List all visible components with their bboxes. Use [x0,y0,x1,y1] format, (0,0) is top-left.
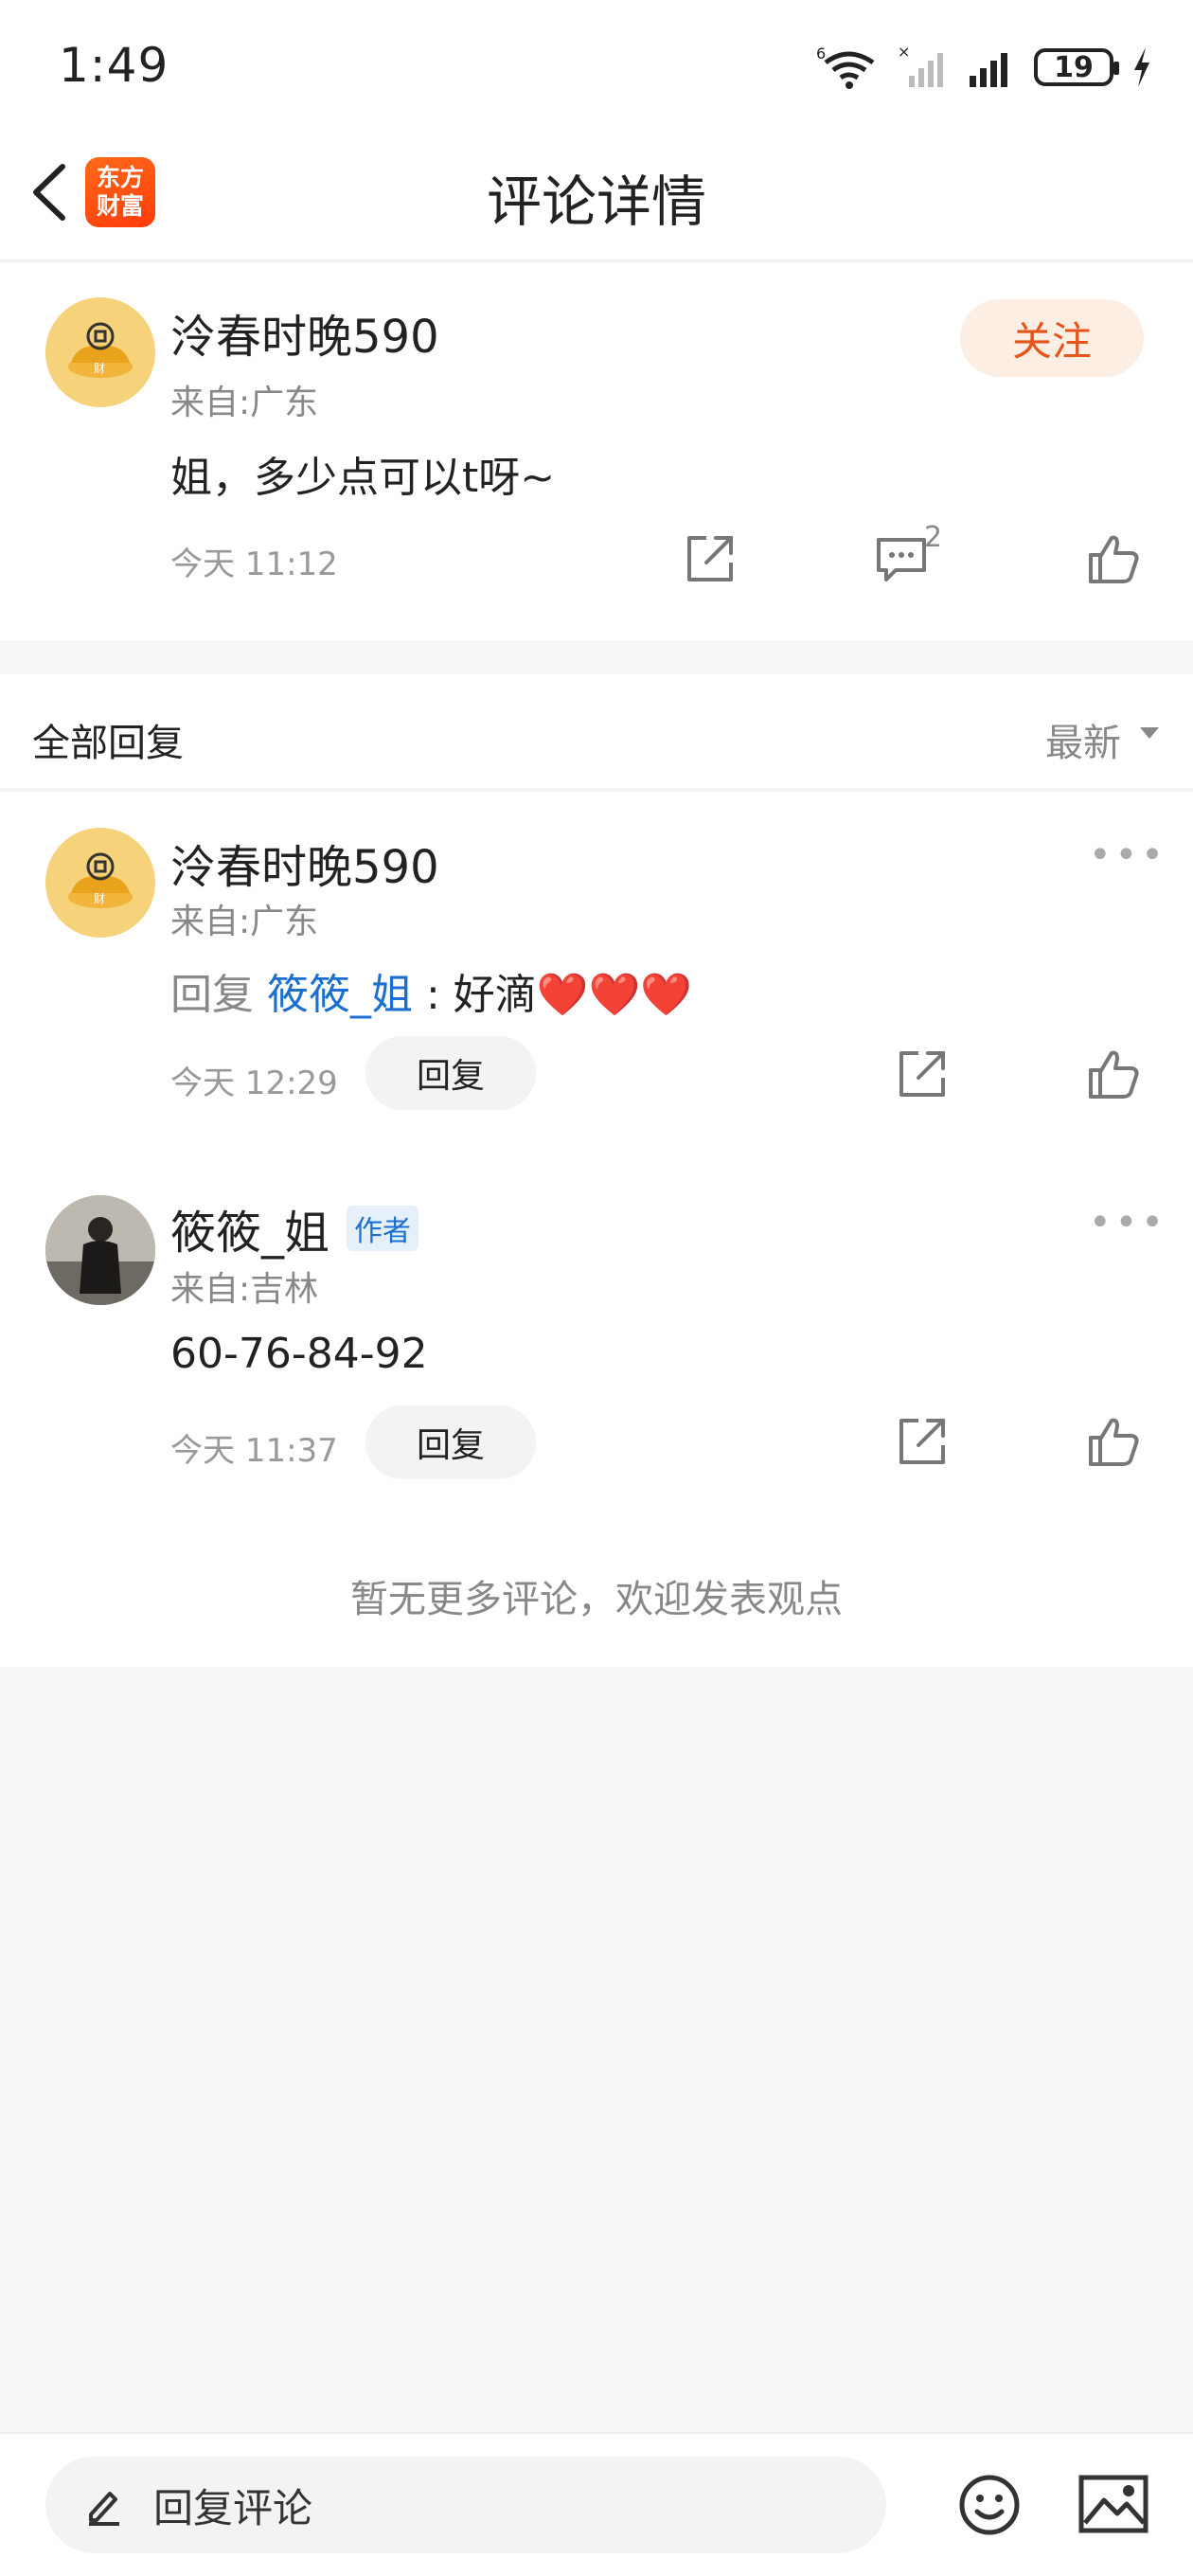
emoji-icon[interactable] [956,2472,1023,2538]
reply-comment-input[interactable]: 回复评论 [45,2457,886,2553]
user-photo-icon [45,1195,155,1305]
reply-prefix: 回复 [170,971,254,1019]
sort-dropdown[interactable]: 最新 [1045,712,1121,767]
mention-link[interactable]: 筱筱_姐 [267,971,413,1019]
avatar-text: 财 [94,892,105,905]
status-time: 1:49 [59,38,169,93]
avatar[interactable] [45,1195,155,1305]
more-icon[interactable]: ••• [1089,833,1167,877]
reply-text: 好滴❤️❤️❤️ [453,971,693,1019]
reply-time: 今天 12:29 [170,1064,338,1102]
reply-separator: : [413,971,454,1019]
network-label: 6 [816,45,826,63]
like-icon[interactable] [1085,530,1142,587]
section-title: 全部回复 [32,722,184,765]
avatar-text: 财 [94,362,105,375]
signal-icon: × [898,44,943,87]
reply-button[interactable]: 回复 [365,1036,536,1110]
reply-count: 2 [924,521,943,554]
comment-time: 今天 11:12 [170,546,338,583]
page-title: 评论详情 [486,170,706,234]
username[interactable]: 泠春时晚590 [170,299,439,366]
share-icon[interactable] [894,1413,951,1470]
user-location: 来自:吉林 [170,1270,319,1309]
image-icon[interactable] [1077,2474,1149,2534]
reply-input-placeholder: 回复评论 [153,2484,313,2531]
reply-button[interactable]: 回复 [365,1405,536,1479]
edit-icon [89,2492,119,2526]
gold-ingot-icon: 财 [68,852,133,908]
reply-content: 回复 筱筱_姐 : 好滴❤️❤️❤️ [170,960,692,1021]
follow-button[interactable]: 关注 [960,299,1144,377]
share-icon[interactable] [682,530,739,587]
sort-caret-icon[interactable] [1138,724,1161,742]
avatar[interactable]: 财 [45,828,155,938]
comment-icon[interactable] [873,530,930,587]
share-icon[interactable] [894,1046,951,1102]
username[interactable]: 泠春时晚590 [170,830,439,896]
reply-time: 今天 11:37 [170,1432,338,1470]
comment-content: 姐，多少点可以t呀~ [170,454,556,502]
signal-icon [970,53,1007,87]
svg-text:×: × [898,44,910,61]
username[interactable]: 筱筱_姐 [170,1195,329,1261]
battery-icon: 19 [1034,48,1119,86]
more-icon[interactable]: ••• [1089,1201,1167,1244]
author-name-row: 筱筱_姐 作者 [170,1195,419,1261]
avatar[interactable]: 财 [45,297,155,407]
status-icons: 6 × 19 [814,42,1153,93]
gold-ingot-icon: 财 [68,322,133,378]
user-location: 来自:广东 [170,384,319,422]
no-more-comments: 暂无更多评论，欢迎发表观点 [350,1578,843,1621]
like-icon[interactable] [1085,1413,1142,1470]
charging-icon [1134,47,1149,87]
user-location: 来自:广东 [170,903,319,941]
wifi-icon: 6 [816,45,875,89]
author-badge: 作者 [347,1206,419,1251]
reply-content: 60-76-84-92 [170,1330,428,1378]
like-icon[interactable] [1085,1046,1142,1102]
